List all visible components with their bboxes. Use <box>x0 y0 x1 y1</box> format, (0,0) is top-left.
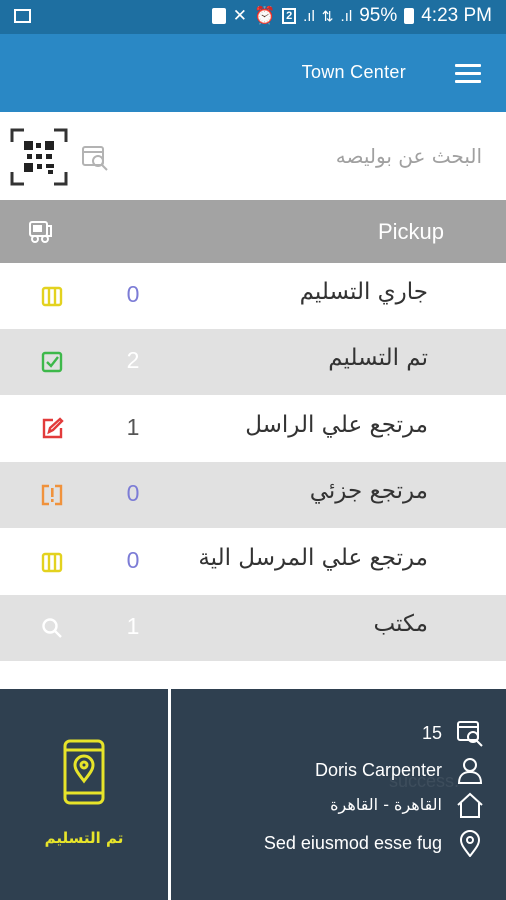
parcel-icon <box>40 284 64 308</box>
row-count: 2 <box>126 347 140 373</box>
shipment-id: 15 <box>421 723 442 743</box>
status-row-delivered[interactable]: 2 تم التسليم <box>0 329 506 395</box>
status-row-returned-consignee[interactable]: 0 مرتجع علي المرسل الية <box>0 529 506 595</box>
search-package-icon[interactable] <box>80 142 110 172</box>
location-pin-icon <box>456 829 484 858</box>
gallery-icon <box>14 9 31 23</box>
hamburger-menu-icon[interactable] <box>455 64 481 84</box>
status-row-returned-sender[interactable]: 1 مرتجع علي الراسل <box>0 396 506 462</box>
home-icon <box>456 791 484 819</box>
section-header-pickup: Pickup <box>0 200 506 263</box>
status-row-in-delivery[interactable]: 0 جاري التسليم <box>0 263 506 329</box>
shipment-detail-panel: تم التسليم success. 15 Doris Carpenter ا… <box>0 689 506 900</box>
shipment-info: success. 15 Doris Carpenter القاهرة - ال… <box>171 689 506 900</box>
battery-icon <box>404 8 415 24</box>
person-icon <box>456 756 484 784</box>
lock-icon <box>211 8 226 24</box>
mark-delivered-label: تم التسليم <box>44 829 124 847</box>
section-label: Pickup <box>377 219 444 244</box>
row-count: 1 <box>126 613 140 639</box>
status-row-partial-return[interactable]: 0 مرتجع جزئي <box>0 462 506 528</box>
search-input[interactable] <box>120 130 484 182</box>
row-count: 0 <box>126 281 140 307</box>
clock-time: 4:23 PM <box>421 5 492 26</box>
mute-icon: ✕ <box>232 6 247 25</box>
row-count: 1 <box>126 414 140 440</box>
status-row-office[interactable]: 1 مكتب <box>0 595 506 661</box>
row-label: مرتجع جزئي <box>309 478 428 504</box>
data-icon: ⇅ <box>321 7 334 24</box>
status-icons: ✕ ⏰ 2 .ıl ⇅ .ıl 95% 4:23 PM <box>211 5 492 27</box>
check-icon <box>40 350 64 374</box>
row-label: جاري التسليم <box>299 279 428 305</box>
phone-location-icon <box>62 739 106 805</box>
app-header: Town Center <box>0 34 506 112</box>
customer-address: Sed eiusmod esse fug <box>263 833 442 853</box>
page-title: Town Center <box>301 62 406 82</box>
mark-delivered-button[interactable]: تم التسليم <box>0 689 168 900</box>
sim-icon: 2 <box>282 8 297 24</box>
parcel-icon <box>40 550 64 574</box>
row-count: 0 <box>126 547 140 573</box>
row-count: 0 <box>126 480 140 506</box>
customer-city: القاهرة - القاهرة <box>330 795 442 814</box>
row-label: مرتجع علي الراسل <box>245 412 428 438</box>
status-bar: ✕ ⏰ 2 .ıl ⇅ .ıl 95% 4:23 PM <box>0 0 506 34</box>
row-label: مكتب <box>373 611 428 637</box>
alarm-icon: ⏰ <box>253 6 276 25</box>
search-icon <box>40 616 64 640</box>
signal-icon-2: .ıl <box>340 7 353 25</box>
search-package-icon <box>456 719 484 747</box>
edit-icon <box>40 417 64 441</box>
battery-percent: 95% <box>359 5 398 26</box>
qr-scan-icon[interactable] <box>10 128 68 186</box>
row-label: مرتجع علي المرسل الية <box>198 545 428 571</box>
search-bar <box>0 112 506 200</box>
customer-name: Doris Carpenter <box>314 760 442 780</box>
row-label: تم التسليم <box>328 345 428 371</box>
warning-box-icon <box>40 483 64 507</box>
signal-icon: .ıl <box>303 7 315 25</box>
truck-icon <box>26 217 54 245</box>
